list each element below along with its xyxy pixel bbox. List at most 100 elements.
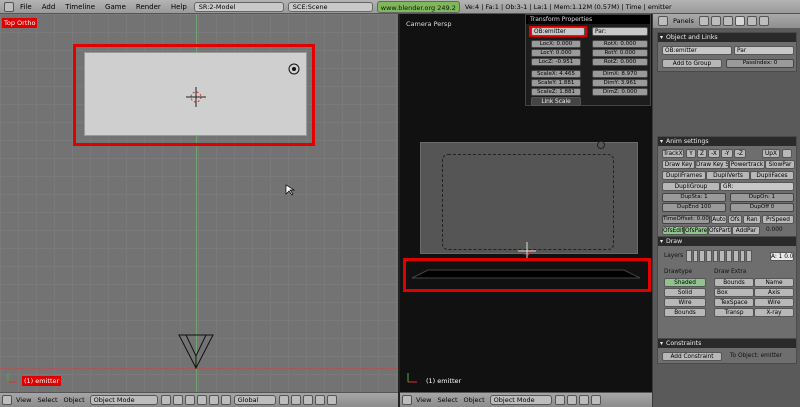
dupliframes-button[interactable]: DupliFrames	[662, 171, 706, 180]
axis-z-button[interactable]: Z	[697, 149, 707, 158]
time-offset-field[interactable]: TimeOffset: 0.00	[662, 215, 710, 224]
editor-type-icon[interactable]	[402, 395, 412, 405]
layer-icon[interactable]	[290, 395, 301, 405]
rot-y-field[interactable]: RotY: 0.000	[592, 49, 648, 57]
layer-buttons[interactable]	[686, 250, 752, 262]
menu-file[interactable]: File	[15, 3, 37, 11]
group-field[interactable]: GR:	[720, 182, 794, 191]
prspeed-button[interactable]: PrSpeed	[762, 215, 794, 224]
add-to-group-dropdown[interactable]: Add to Group	[662, 59, 722, 68]
drawtype-bounds[interactable]: Bounds	[664, 308, 706, 317]
emitter-plane-persp[interactable]	[410, 268, 642, 284]
scene-tab-icon[interactable]	[758, 16, 769, 26]
menu-timeline[interactable]: Timeline	[60, 3, 100, 11]
editor-type-icon[interactable]	[2, 395, 12, 405]
screen-selector[interactable]: SR:2-Model	[193, 1, 284, 12]
ofs-button[interactable]: Ofs	[728, 215, 742, 224]
link-scale-button[interactable]: Link Scale	[531, 97, 581, 106]
duplifaces-button[interactable]: DupliFaces	[750, 171, 794, 180]
view-menu[interactable]: View	[413, 396, 434, 404]
lamp-icon[interactable]	[287, 62, 301, 76]
window-type-icon[interactable]	[658, 16, 668, 26]
up-axis-dropdown[interactable]: UpX	[762, 149, 780, 158]
translate-icon[interactable]	[196, 395, 207, 405]
parent-field[interactable]: Par:	[592, 27, 648, 36]
axis-neg-y-button[interactable]: -Y	[721, 149, 733, 158]
render-icon[interactable]	[326, 395, 337, 405]
ofs-edit-button[interactable]: OfsEdit	[662, 226, 684, 235]
panel-title[interactable]: Anim settings	[658, 137, 796, 146]
scale-z-field[interactable]: ScaleZ: 1.881	[531, 88, 581, 96]
track-axis-dropdown[interactable]: TrackX	[662, 149, 684, 158]
menu-add[interactable]: Add	[37, 3, 61, 11]
extra-texspace[interactable]: TexSpace	[714, 298, 754, 307]
lock-icon[interactable]	[302, 395, 313, 405]
extra-bounds[interactable]: Bounds	[714, 278, 754, 287]
menu-render[interactable]: Render	[131, 3, 166, 11]
blender-info-icon[interactable]	[4, 1, 14, 12]
object-name-field[interactable]: OB:emitter	[662, 46, 732, 55]
axis-neg-x-button[interactable]: -X	[708, 149, 720, 158]
dup-off-field[interactable]: DupOff 0	[730, 203, 794, 212]
rot-x-field[interactable]: RotX: 0.000	[592, 40, 648, 48]
scale-icon[interactable]	[220, 395, 231, 405]
draw-key-button[interactable]: Draw Key	[662, 160, 695, 169]
panel-title[interactable]: Constraints	[658, 339, 796, 348]
object-menu[interactable]: Object	[61, 396, 88, 404]
dim-x-field[interactable]: DimX: 8.970	[592, 70, 648, 78]
loc-z-field[interactable]: LocZ: -0.951	[531, 58, 581, 66]
pivot-icon[interactable]	[566, 395, 577, 405]
scale-y-field[interactable]: ScaleY: 1.881	[531, 79, 581, 87]
panels-menu[interactable]: Panels	[673, 17, 694, 25]
lamp-icon[interactable]	[596, 140, 606, 150]
extra-box[interactable]: Box	[714, 288, 754, 297]
manipulator-icon[interactable]	[578, 395, 589, 405]
loc-y-field[interactable]: LocY: 0.000	[531, 49, 581, 57]
drawtype-solid[interactable]: Solid	[664, 288, 706, 297]
layer-icon[interactable]	[278, 395, 289, 405]
draw-key-sel-button[interactable]: Draw Key S	[695, 160, 729, 169]
shading-tab-icon[interactable]	[722, 16, 733, 26]
ran-button[interactable]: Ran	[743, 215, 761, 224]
ofs-particle-button[interactable]: OfsParti	[708, 226, 732, 235]
snap-icon[interactable]	[314, 395, 325, 405]
axis-neg-z-button[interactable]: -Z	[734, 149, 746, 158]
panel-title[interactable]: Object and Links	[658, 33, 796, 42]
object-name-field[interactable]: OB:emitter	[531, 27, 585, 36]
extra-wire[interactable]: Wire	[754, 298, 794, 307]
ofs-parent-button[interactable]: OfsParent	[684, 226, 708, 235]
up-axis-y-button[interactable]	[782, 149, 792, 158]
draw-type-icon[interactable]	[554, 395, 565, 405]
select-menu[interactable]: Select	[434, 396, 460, 404]
translate-icon[interactable]	[590, 395, 601, 405]
powertrack-button[interactable]: Powertrack	[729, 160, 765, 169]
website-link[interactable]: www.blender.org 249.2	[376, 0, 460, 13]
menu-game[interactable]: Game	[100, 3, 131, 11]
rotate-icon[interactable]	[208, 395, 219, 405]
script-tab-icon[interactable]	[710, 16, 721, 26]
extra-axis[interactable]: Axis	[754, 288, 794, 297]
rot-z-field[interactable]: RotZ: 0.000	[592, 58, 648, 66]
dup-sta-field[interactable]: DupSta: 1	[662, 193, 726, 202]
manipulator-icon[interactable]	[184, 395, 195, 405]
dup-on-field[interactable]: DupOn: 1	[730, 193, 794, 202]
add-constraint-dropdown[interactable]: Add Constraint	[662, 352, 722, 361]
dup-end-field[interactable]: DupEnd 100	[662, 203, 726, 212]
mode-dropdown[interactable]: Object Mode	[489, 395, 552, 405]
axis-y-button[interactable]: Y	[686, 149, 696, 158]
scene-selector[interactable]: SCE:Scene	[287, 1, 373, 12]
object-tab-icon[interactable]	[734, 16, 745, 26]
parent-field[interactable]: Par	[734, 46, 794, 55]
scale-x-field[interactable]: ScaleX: 4.465	[531, 70, 581, 78]
menu-help[interactable]: Help	[166, 3, 192, 11]
slowpar-button[interactable]: SlowPar	[765, 160, 795, 169]
logic-tab-icon[interactable]	[698, 16, 709, 26]
dupligroup-button[interactable]: DupliGroup	[662, 182, 720, 191]
orientation-dropdown[interactable]: Global	[233, 395, 276, 405]
editing-tab-icon[interactable]	[746, 16, 757, 26]
mode-dropdown[interactable]: Object Mode	[89, 395, 158, 405]
panel-title[interactable]: Draw	[658, 237, 796, 246]
object-menu[interactable]: Object	[461, 396, 488, 404]
select-menu[interactable]: Select	[34, 396, 60, 404]
drawtype-shaded[interactable]: Shaded	[664, 278, 706, 287]
